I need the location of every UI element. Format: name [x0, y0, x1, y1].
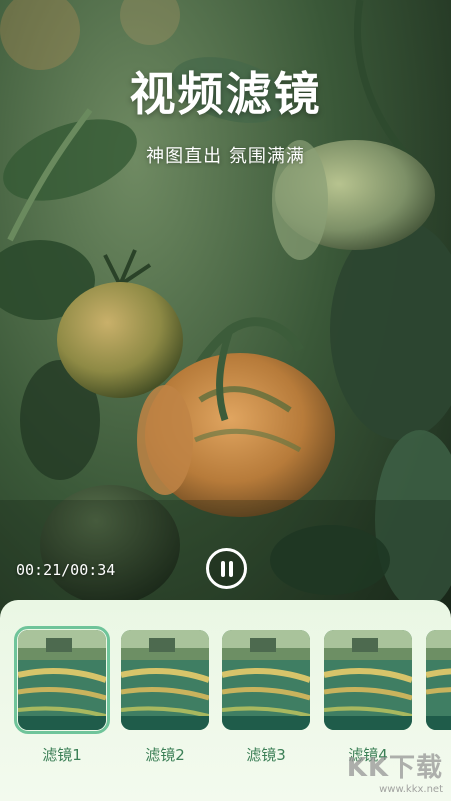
page-title: 视频滤镜: [129, 67, 322, 121]
filter-label: 滤镜3: [246, 746, 286, 764]
filter-thumbnail: [222, 630, 310, 730]
filter-item-4[interactable]: 滤镜4: [324, 630, 416, 765]
filter-item-3[interactable]: 滤镜3: [222, 630, 314, 765]
filter-item-1[interactable]: 滤镜1: [14, 626, 110, 765]
playback-time: 00:21/00:34: [16, 561, 116, 579]
filter-label: 滤镜2: [145, 746, 185, 764]
filter-panel: 滤镜1 滤镜2 滤镜3 滤镜4 KK下载 www.kkx.net: [0, 600, 451, 801]
filter-thumbnail: [14, 626, 110, 734]
watermark-url: www.kkx.net: [379, 784, 443, 795]
watermark-logo: KK下载: [346, 753, 443, 783]
filter-label: 滤镜1: [42, 746, 82, 764]
filter-thumbnail: [324, 630, 412, 730]
page-subtitle: 神图直出 氛围满满: [146, 146, 305, 167]
filter-item-2[interactable]: 滤镜2: [121, 630, 213, 765]
pause-button[interactable]: [206, 548, 247, 589]
site-watermark: KK下载 www.kkx.net: [347, 747, 443, 795]
filter-item-5[interactable]: [426, 630, 451, 744]
filter-thumbnail: [426, 630, 451, 730]
filter-thumbnail: [121, 630, 209, 730]
